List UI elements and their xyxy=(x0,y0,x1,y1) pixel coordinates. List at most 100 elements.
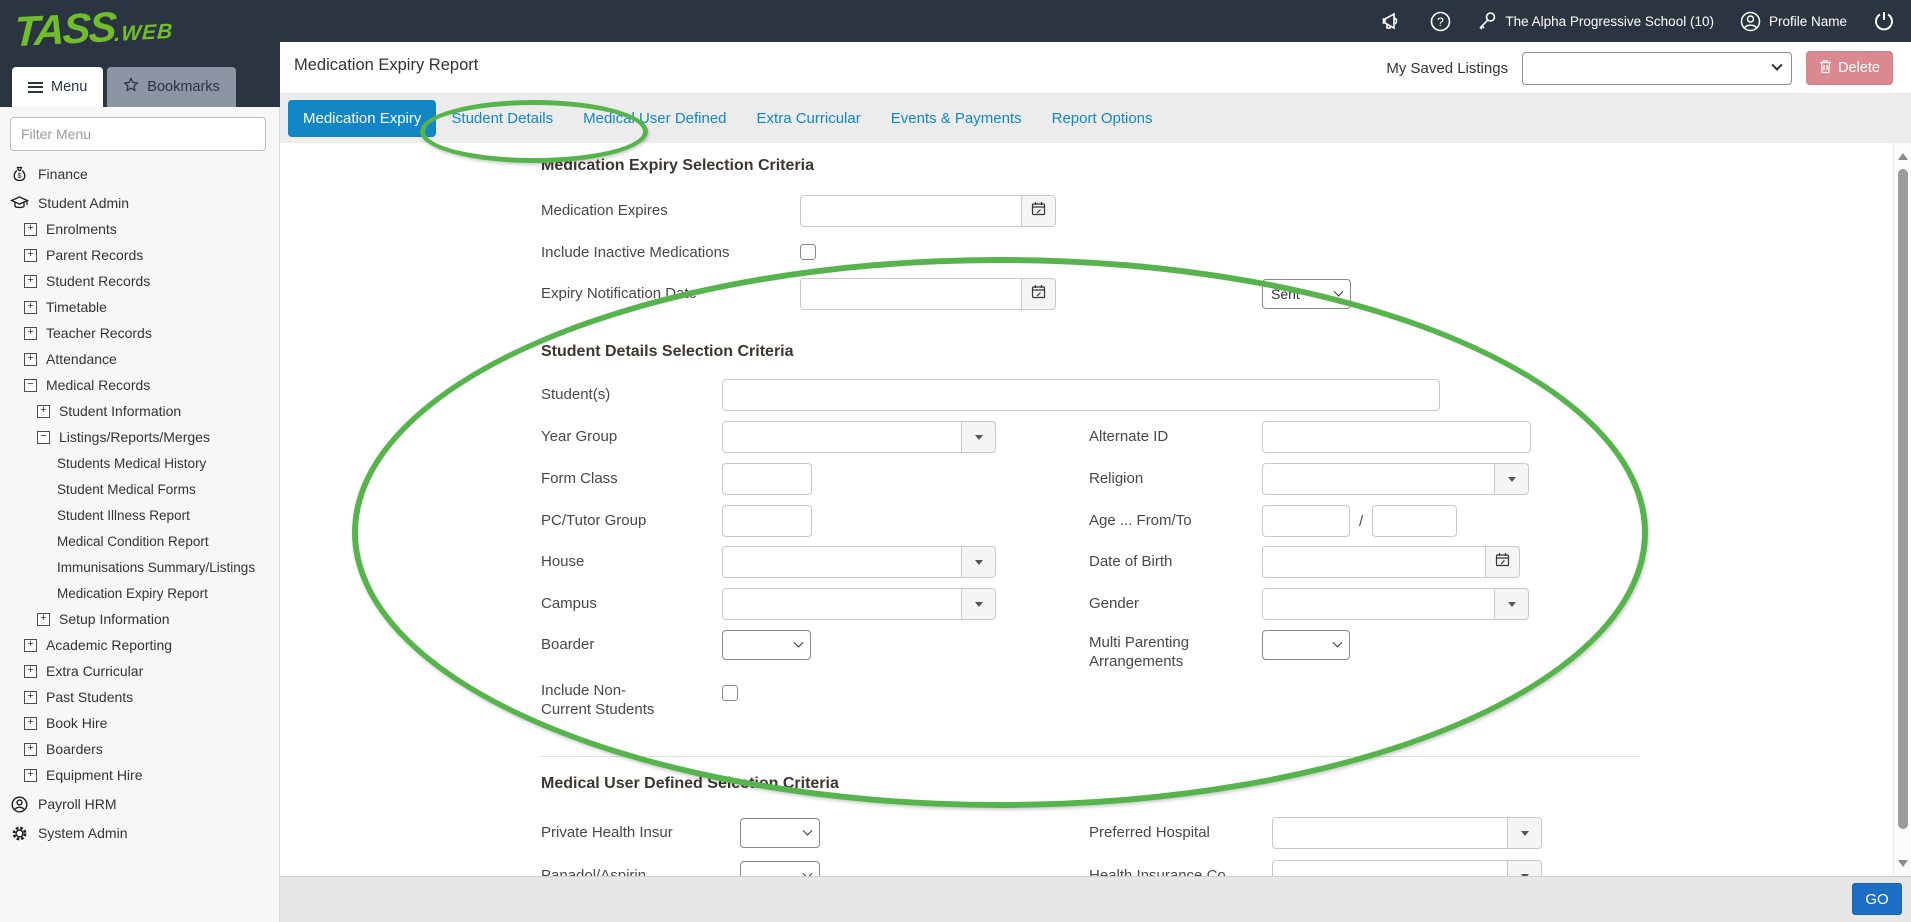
tab-events-payments[interactable]: Events & Payments xyxy=(876,100,1037,137)
gender-input[interactable] xyxy=(1262,588,1495,620)
alternate-id-input[interactable] xyxy=(1262,421,1531,453)
include-non-current-checkbox[interactable] xyxy=(722,685,738,701)
expand-icon[interactable] xyxy=(24,301,37,314)
sidebar-item-student-admin[interactable]: Student Admin xyxy=(0,190,279,216)
gender-dropdown-button[interactable] xyxy=(1495,588,1529,620)
sidebar-item-student-information[interactable]: Student Information xyxy=(0,398,279,424)
religion-input[interactable] xyxy=(1262,463,1495,495)
form-class-input[interactable] xyxy=(722,463,812,495)
include-inactive-checkbox[interactable] xyxy=(800,244,816,260)
expand-icon[interactable] xyxy=(24,353,37,366)
campus-dropdown-button[interactable] xyxy=(962,588,996,620)
row-house: House Date of Birth xyxy=(541,546,1893,588)
expand-icon[interactable] xyxy=(24,249,37,262)
saved-listings-select[interactable] xyxy=(1522,52,1792,85)
sidebar-item-timetable[interactable]: Timetable xyxy=(0,294,279,320)
year-group-dropdown-button[interactable] xyxy=(962,421,996,453)
sidebar-item-past-students[interactable]: Past Students xyxy=(0,684,279,710)
expand-icon[interactable] xyxy=(24,691,37,704)
private-health-select[interactable] xyxy=(740,818,820,848)
sidebar-item-system-admin[interactable]: System Admin xyxy=(0,820,279,846)
sidebar-item-medical-condition-report[interactable]: Medical Condition Report xyxy=(0,528,279,554)
expand-icon[interactable] xyxy=(24,275,37,288)
age-from-input[interactable] xyxy=(1262,505,1350,537)
filter-menu-input[interactable] xyxy=(10,117,266,151)
dob-calendar-button[interactable] xyxy=(1486,546,1520,578)
sidebar-item-setup-information[interactable]: Setup Information xyxy=(0,606,279,632)
expand-icon[interactable] xyxy=(37,405,50,418)
school-menu[interactable]: The Alpha Progressive School (10) xyxy=(1477,11,1714,32)
section-heading-student-details: Student Details Selection Criteria xyxy=(541,343,794,361)
sidebar-item-listings-reports-merges[interactable]: Listings/Reports/Merges xyxy=(0,424,279,450)
collapse-icon[interactable] xyxy=(37,431,50,444)
religion-dropdown-button[interactable] xyxy=(1495,463,1529,495)
help-button[interactable]: ? xyxy=(1430,11,1451,32)
sidebar-item-equipment-hire[interactable]: Equipment Hire xyxy=(0,762,279,788)
expand-icon[interactable] xyxy=(24,743,37,756)
health-insurance-input[interactable] xyxy=(1272,860,1508,876)
tab-bookmarks[interactable]: Bookmarks xyxy=(107,67,236,107)
expiry-notification-input[interactable] xyxy=(800,278,1022,310)
tab-student-details[interactable]: Student Details xyxy=(436,100,568,137)
dob-input[interactable] xyxy=(1262,546,1486,578)
sent-select[interactable]: Sent xyxy=(1262,279,1351,309)
boarder-select[interactable] xyxy=(722,630,811,660)
tab-medication-expiry[interactable]: Medication Expiry xyxy=(288,100,436,137)
sidebar-item-student-medical-forms[interactable]: Student Medical Forms xyxy=(0,476,279,502)
tab-medical-user-defined[interactable]: Medical User Defined xyxy=(568,100,741,137)
scrollbar-thumb[interactable] xyxy=(1898,169,1908,829)
tab-extra-curricular[interactable]: Extra Curricular xyxy=(742,100,876,137)
sidebar-item-student-illness-report[interactable]: Student Illness Report xyxy=(0,502,279,528)
year-group-input[interactable] xyxy=(722,421,962,453)
medication-expires-calendar-button[interactable] xyxy=(1022,195,1056,227)
profile-menu[interactable]: Profile Name xyxy=(1740,11,1847,32)
logout-button[interactable] xyxy=(1873,10,1895,32)
panadol-select[interactable] xyxy=(740,861,820,876)
hamburger-icon xyxy=(28,82,43,93)
announcements-button[interactable] xyxy=(1382,11,1404,31)
sidebar-item-extra-curricular[interactable]: Extra Curricular xyxy=(0,658,279,684)
preferred-hospital-dropdown-button[interactable] xyxy=(1508,817,1542,849)
sidebar-item-enrolments[interactable]: Enrolments xyxy=(0,216,279,242)
pc-tutor-input[interactable] xyxy=(722,505,812,537)
tab-menu[interactable]: Menu xyxy=(12,67,103,107)
sidebar-item-parent-records[interactable]: Parent Records xyxy=(0,242,279,268)
sidebar-item-immunisations-summary[interactable]: Immunisations Summary/Listings xyxy=(0,554,279,580)
sidebar-item-students-medical-history[interactable]: Students Medical History xyxy=(0,450,279,476)
expand-icon[interactable] xyxy=(24,769,37,782)
sidebar-item-book-hire[interactable]: Book Hire xyxy=(0,710,279,736)
sidebar-item-attendance[interactable]: Attendance xyxy=(0,346,279,372)
sidebar-item-boarders[interactable]: Boarders xyxy=(0,736,279,762)
health-insurance-dropdown-button[interactable] xyxy=(1508,860,1542,876)
sidebar-item-finance[interactable]: $ Finance xyxy=(0,161,279,187)
expand-icon[interactable] xyxy=(37,613,50,626)
expand-icon[interactable] xyxy=(24,223,37,236)
house-dropdown-button[interactable] xyxy=(962,546,996,578)
expand-icon[interactable] xyxy=(24,639,37,652)
expiry-notification-calendar-button[interactable] xyxy=(1022,278,1056,310)
house-input[interactable] xyxy=(722,546,962,578)
expand-icon[interactable] xyxy=(24,327,37,340)
multi-parenting-select[interactable] xyxy=(1262,630,1350,660)
vertical-scrollbar[interactable] xyxy=(1893,143,1911,876)
expand-icon[interactable] xyxy=(24,717,37,730)
age-to-input[interactable] xyxy=(1372,505,1457,537)
sidebar-item-payroll-hrm[interactable]: Payroll HRM xyxy=(0,791,279,817)
medication-expires-input[interactable] xyxy=(800,195,1022,227)
go-button[interactable]: GO xyxy=(1852,883,1902,915)
chevron-down-icon xyxy=(1333,637,1343,647)
sidebar-item-medication-expiry-report[interactable]: Medication Expiry Report xyxy=(0,580,279,606)
scroll-down-button[interactable] xyxy=(1894,854,1911,872)
scroll-up-button[interactable] xyxy=(1894,147,1911,165)
sidebar-item-teacher-records[interactable]: Teacher Records xyxy=(0,320,279,346)
collapse-icon[interactable] xyxy=(24,379,37,392)
campus-input[interactable] xyxy=(722,588,962,620)
sidebar-item-academic-reporting[interactable]: Academic Reporting xyxy=(0,632,279,658)
tab-report-options[interactable]: Report Options xyxy=(1037,100,1168,137)
sidebar-item-medical-records[interactable]: Medical Records xyxy=(0,372,279,398)
preferred-hospital-input[interactable] xyxy=(1272,817,1508,849)
sidebar-item-student-records[interactable]: Student Records xyxy=(0,268,279,294)
expand-icon[interactable] xyxy=(24,665,37,678)
delete-button[interactable]: Delete xyxy=(1806,51,1893,85)
students-input[interactable] xyxy=(722,379,1440,411)
